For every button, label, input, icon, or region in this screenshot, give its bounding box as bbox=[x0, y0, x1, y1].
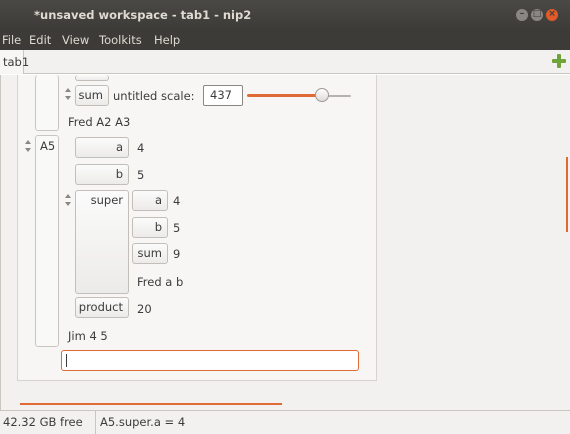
tab-strip: tab1 bbox=[0, 50, 570, 74]
text-cursor bbox=[66, 354, 67, 367]
super-a-button[interactable]: a bbox=[132, 190, 168, 211]
super-a-value: 4 bbox=[173, 194, 181, 208]
minimize-icon: – bbox=[519, 9, 525, 19]
row-a5-panel bbox=[35, 135, 59, 347]
tab-tab1[interactable]: tab1 bbox=[0, 50, 29, 74]
super-sum-value: 9 bbox=[173, 247, 181, 261]
super-spinner-icon[interactable] bbox=[65, 193, 73, 209]
menu-view[interactable]: View bbox=[62, 33, 89, 47]
title-bar: *unsaved workspace - tab1 - nip2 – □ × bbox=[0, 0, 570, 30]
status-bar: 42.32 GB free A5.super.a = 4 bbox=[0, 410, 570, 434]
product-button[interactable]: product bbox=[75, 297, 129, 318]
horizontal-scrollbar[interactable] bbox=[20, 403, 282, 405]
super-button-label: super bbox=[90, 193, 123, 207]
a5-spinner-icon[interactable] bbox=[25, 139, 33, 155]
menu-bar: File Edit View Toolkits Help bbox=[0, 30, 570, 50]
command-input[interactable] bbox=[61, 350, 359, 371]
b-value: 5 bbox=[137, 168, 145, 182]
window-title: *unsaved workspace - tab1 - nip2 bbox=[34, 8, 252, 22]
menu-help[interactable]: Help bbox=[154, 33, 180, 47]
scale-slider-handle[interactable] bbox=[315, 88, 329, 102]
add-tab-icon[interactable] bbox=[552, 54, 566, 68]
maximize-icon: □ bbox=[532, 9, 542, 19]
super-sum-button[interactable]: sum bbox=[132, 243, 168, 264]
vertical-scrollbar[interactable] bbox=[566, 157, 568, 232]
super-button[interactable]: super bbox=[75, 190, 129, 294]
super-b-button[interactable]: b bbox=[132, 217, 168, 238]
clipped-button[interactable] bbox=[75, 75, 109, 81]
sum-button[interactable]: sum bbox=[75, 85, 109, 106]
scale-slider-fill bbox=[247, 94, 321, 97]
scale-label: untitled scale: bbox=[113, 89, 195, 103]
close-icon: × bbox=[548, 9, 556, 19]
a-button[interactable]: a bbox=[75, 137, 129, 158]
close-button[interactable]: × bbox=[546, 9, 558, 21]
super-caption: Fred a b bbox=[137, 275, 184, 289]
product-value: 20 bbox=[137, 302, 152, 316]
row-a5-name[interactable]: A5 bbox=[40, 139, 55, 153]
a5-caption: Jim 4 5 bbox=[68, 329, 108, 343]
scale-value-input[interactable]: 437 bbox=[203, 85, 243, 106]
row-group-a2a3 bbox=[35, 75, 59, 131]
status-message: A5.super.a = 4 bbox=[100, 415, 186, 429]
super-b-value: 5 bbox=[173, 221, 181, 235]
minimize-button[interactable]: – bbox=[516, 9, 528, 21]
menu-edit[interactable]: Edit bbox=[29, 33, 51, 47]
maximize-button[interactable]: □ bbox=[531, 9, 543, 21]
caption-a2a3: Fred A2 A3 bbox=[68, 115, 131, 129]
expand-spinner-icon[interactable] bbox=[65, 87, 73, 103]
free-space-label: 42.32 GB free bbox=[3, 415, 83, 429]
b-button[interactable]: b bbox=[75, 164, 129, 185]
a-value: 4 bbox=[137, 141, 145, 155]
menu-file[interactable]: File bbox=[2, 33, 21, 47]
menu-toolkits[interactable]: Toolkits bbox=[99, 33, 142, 47]
status-divider bbox=[95, 411, 96, 434]
